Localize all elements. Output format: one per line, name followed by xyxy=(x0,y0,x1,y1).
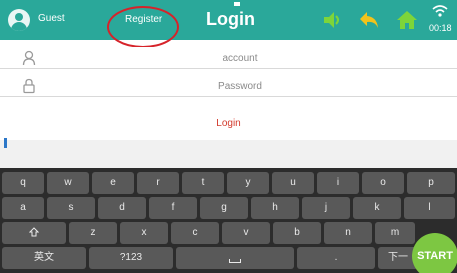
key-j[interactable]: j xyxy=(302,197,350,219)
key-i[interactable]: i xyxy=(317,172,359,194)
login-button[interactable]: Login xyxy=(0,112,457,136)
lock-icon xyxy=(23,78,35,94)
account-row xyxy=(0,47,457,69)
space-bar-icon xyxy=(229,259,241,264)
key-k[interactable]: k xyxy=(353,197,401,219)
key-l[interactable]: l xyxy=(404,197,455,219)
password-row xyxy=(0,75,457,97)
shift-key[interactable] xyxy=(2,222,66,244)
period-key[interactable]: . xyxy=(297,247,375,269)
start-button[interactable]: START xyxy=(412,233,457,273)
shift-icon xyxy=(28,227,40,237)
key-v[interactable]: v xyxy=(222,222,270,244)
key-w[interactable]: w xyxy=(47,172,89,194)
text-cursor xyxy=(4,138,7,148)
key-x[interactable]: x xyxy=(120,222,168,244)
back-arrow-icon[interactable] xyxy=(358,10,380,30)
language-key[interactable]: 英文 xyxy=(2,247,86,269)
key-m[interactable]: m xyxy=(375,222,415,244)
soft-keyboard: q w e r t y u i o p a s d f g h j k l z … xyxy=(0,168,457,273)
key-s[interactable]: s xyxy=(47,197,95,219)
key-a[interactable]: a xyxy=(2,197,44,219)
key-t[interactable]: t xyxy=(182,172,224,194)
key-b[interactable]: b xyxy=(273,222,321,244)
key-y[interactable]: y xyxy=(227,172,269,194)
key-r[interactable]: r xyxy=(137,172,179,194)
key-o[interactable]: o xyxy=(362,172,404,194)
clock-time: 00:18 xyxy=(429,23,452,33)
key-e[interactable]: e xyxy=(92,172,134,194)
key-p[interactable]: p xyxy=(407,172,455,194)
register-highlight-circle xyxy=(107,6,179,48)
guest-label[interactable]: Guest xyxy=(38,13,65,24)
guest-avatar-icon[interactable] xyxy=(8,9,30,31)
key-h[interactable]: h xyxy=(251,197,299,219)
keyboard-suggestion-strip xyxy=(0,140,457,168)
space-key[interactable] xyxy=(176,247,294,269)
key-g[interactable]: g xyxy=(200,197,248,219)
top-bar: Guest Register Login 00:18 xyxy=(0,0,457,40)
key-q[interactable]: q xyxy=(2,172,44,194)
user-icon xyxy=(22,50,36,66)
wifi-icon xyxy=(432,5,448,17)
page-title: Login xyxy=(206,9,255,29)
account-input[interactable] xyxy=(50,47,430,69)
home-icon[interactable] xyxy=(396,10,418,30)
key-z[interactable]: z xyxy=(69,222,117,244)
key-u[interactable]: u xyxy=(272,172,314,194)
password-input[interactable] xyxy=(50,75,430,97)
title-mark xyxy=(234,2,240,6)
symbols-key[interactable]: ?123 xyxy=(89,247,173,269)
key-n[interactable]: n xyxy=(324,222,372,244)
speaker-icon[interactable] xyxy=(322,10,342,30)
key-c[interactable]: c xyxy=(171,222,219,244)
key-f[interactable]: f xyxy=(149,197,197,219)
key-d[interactable]: d xyxy=(98,197,146,219)
